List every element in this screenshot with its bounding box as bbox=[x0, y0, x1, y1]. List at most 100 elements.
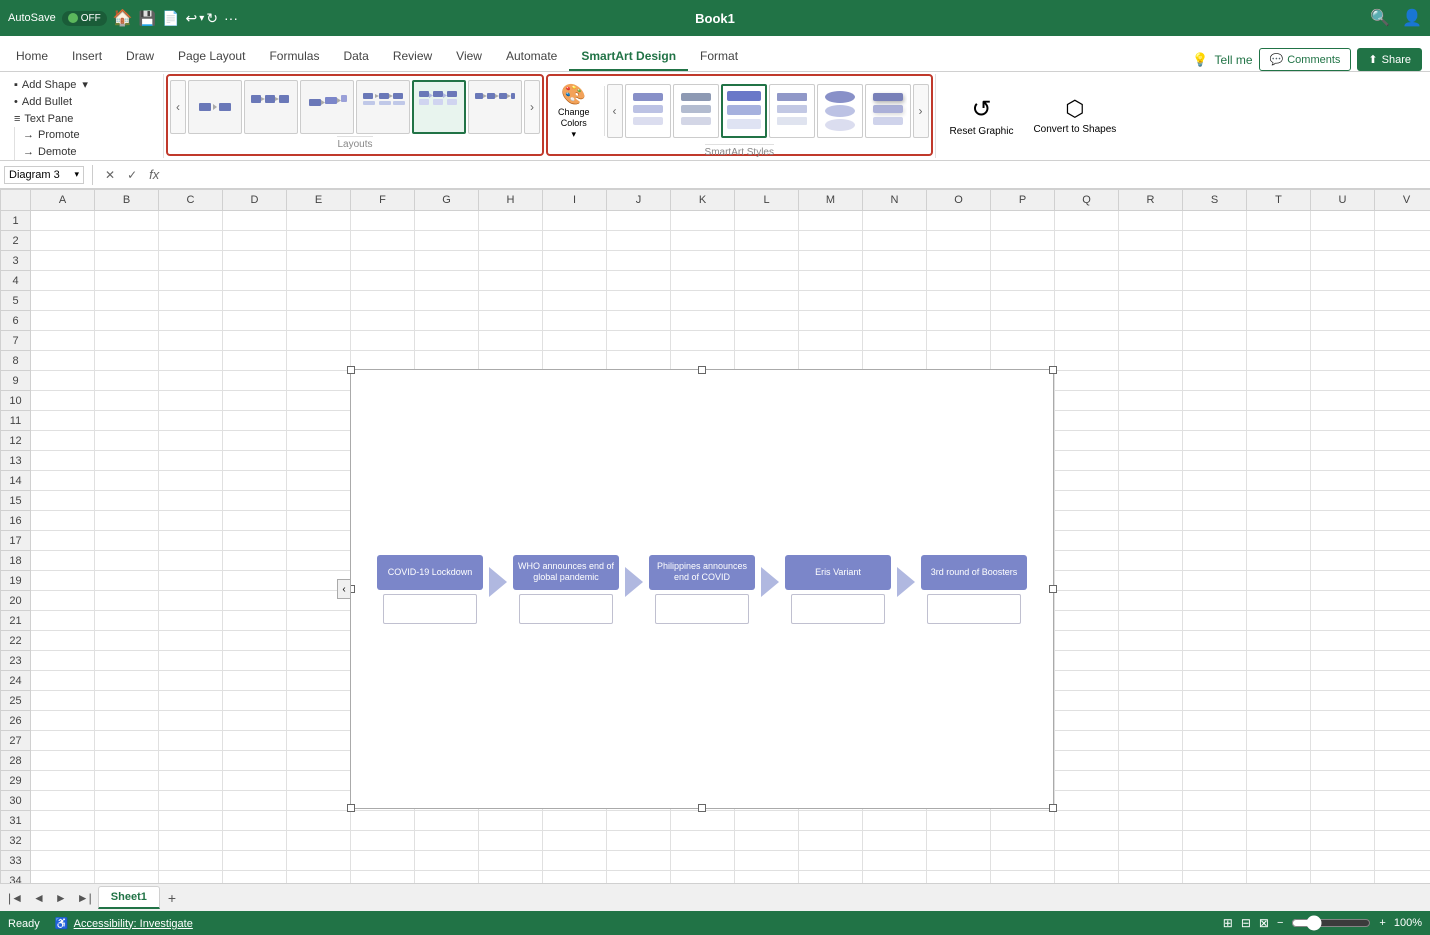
cell[interactable] bbox=[1375, 811, 1430, 831]
cell[interactable] bbox=[479, 251, 543, 271]
cell[interactable] bbox=[287, 371, 351, 391]
cell[interactable] bbox=[223, 811, 287, 831]
cell[interactable] bbox=[31, 771, 95, 791]
resize-handle-tr[interactable] bbox=[1049, 366, 1057, 374]
style-thumb-5[interactable] bbox=[817, 84, 863, 138]
cell[interactable] bbox=[1311, 691, 1375, 711]
cell[interactable] bbox=[991, 291, 1055, 311]
cell[interactable] bbox=[415, 831, 479, 851]
cell[interactable] bbox=[287, 811, 351, 831]
cell[interactable] bbox=[1183, 491, 1247, 511]
cell[interactable] bbox=[223, 471, 287, 491]
cell[interactable] bbox=[287, 751, 351, 771]
cell[interactable] bbox=[95, 411, 159, 431]
cell[interactable] bbox=[479, 851, 543, 871]
cell[interactable] bbox=[671, 851, 735, 871]
cell[interactable] bbox=[95, 831, 159, 851]
cell[interactable] bbox=[1183, 331, 1247, 351]
cell[interactable] bbox=[31, 431, 95, 451]
cell[interactable] bbox=[287, 271, 351, 291]
cell[interactable] bbox=[223, 371, 287, 391]
cell[interactable] bbox=[351, 291, 415, 311]
cell[interactable] bbox=[991, 211, 1055, 231]
cell[interactable] bbox=[1311, 291, 1375, 311]
cell[interactable] bbox=[1183, 431, 1247, 451]
cell[interactable] bbox=[415, 811, 479, 831]
cell[interactable] bbox=[671, 251, 735, 271]
cell[interactable] bbox=[1055, 351, 1119, 371]
formula-input[interactable] bbox=[167, 166, 1426, 184]
cell[interactable] bbox=[1119, 831, 1183, 851]
cell[interactable] bbox=[287, 471, 351, 491]
cell[interactable] bbox=[1247, 331, 1311, 351]
cell[interactable] bbox=[159, 511, 223, 531]
cell[interactable] bbox=[799, 851, 863, 871]
cell[interactable] bbox=[223, 531, 287, 551]
cell[interactable] bbox=[287, 451, 351, 471]
cell[interactable] bbox=[1247, 571, 1311, 591]
cell[interactable] bbox=[159, 531, 223, 551]
cell[interactable] bbox=[159, 611, 223, 631]
cell[interactable] bbox=[159, 871, 223, 884]
cell[interactable] bbox=[1311, 671, 1375, 691]
cell[interactable] bbox=[223, 431, 287, 451]
cell[interactable] bbox=[991, 271, 1055, 291]
cell[interactable] bbox=[1055, 871, 1119, 884]
zoom-increase-button[interactable]: + bbox=[1379, 917, 1385, 929]
cell[interactable] bbox=[1183, 871, 1247, 884]
cell[interactable] bbox=[1055, 551, 1119, 571]
cell[interactable] bbox=[479, 331, 543, 351]
cell[interactable] bbox=[95, 271, 159, 291]
cell[interactable] bbox=[1375, 491, 1430, 511]
demote-button[interactable]: → Demote bbox=[19, 144, 157, 160]
cell[interactable] bbox=[735, 351, 799, 371]
cell[interactable] bbox=[799, 211, 863, 231]
cell[interactable] bbox=[95, 231, 159, 251]
cell[interactable] bbox=[1055, 431, 1119, 451]
cell[interactable] bbox=[223, 451, 287, 471]
cell[interactable] bbox=[31, 851, 95, 871]
resize-handle-bl[interactable] bbox=[347, 804, 355, 812]
cell[interactable] bbox=[735, 211, 799, 231]
cell[interactable] bbox=[1247, 431, 1311, 451]
cell[interactable] bbox=[223, 331, 287, 351]
cell[interactable] bbox=[95, 811, 159, 831]
cell[interactable] bbox=[927, 251, 991, 271]
cell[interactable] bbox=[31, 231, 95, 251]
cell[interactable] bbox=[1311, 431, 1375, 451]
layout-thumb-6[interactable] bbox=[468, 80, 522, 134]
cell[interactable] bbox=[31, 571, 95, 591]
cell[interactable] bbox=[95, 451, 159, 471]
tab-data[interactable]: Data bbox=[331, 43, 380, 71]
reset-graphic-button[interactable]: ↺ Reset Graphic bbox=[942, 91, 1022, 142]
cell[interactable] bbox=[479, 291, 543, 311]
cell[interactable] bbox=[31, 811, 95, 831]
cell[interactable] bbox=[223, 771, 287, 791]
cell[interactable] bbox=[1375, 351, 1430, 371]
comments-button[interactable]: 💬 Comments bbox=[1259, 48, 1352, 71]
tab-insert[interactable]: Insert bbox=[60, 43, 114, 71]
cell[interactable] bbox=[1055, 611, 1119, 631]
cell[interactable] bbox=[863, 831, 927, 851]
cell[interactable] bbox=[31, 351, 95, 371]
cell[interactable] bbox=[31, 251, 95, 271]
cell[interactable] bbox=[1119, 751, 1183, 771]
cell[interactable] bbox=[31, 271, 95, 291]
cell[interactable] bbox=[735, 851, 799, 871]
cell[interactable] bbox=[159, 431, 223, 451]
flow-sub-box-3[interactable] bbox=[655, 594, 749, 624]
cell[interactable] bbox=[1247, 871, 1311, 884]
cell[interactable] bbox=[799, 231, 863, 251]
layout-thumb-4[interactable] bbox=[356, 80, 410, 134]
cell[interactable] bbox=[1119, 331, 1183, 351]
cell[interactable] bbox=[1247, 211, 1311, 231]
cell[interactable] bbox=[1247, 751, 1311, 771]
cell[interactable] bbox=[223, 311, 287, 331]
tab-review[interactable]: Review bbox=[381, 43, 444, 71]
cell[interactable] bbox=[1311, 471, 1375, 491]
cell[interactable] bbox=[1183, 671, 1247, 691]
cell[interactable] bbox=[1375, 651, 1430, 671]
cell[interactable] bbox=[159, 551, 223, 571]
cell[interactable] bbox=[95, 531, 159, 551]
cell[interactable] bbox=[543, 831, 607, 851]
